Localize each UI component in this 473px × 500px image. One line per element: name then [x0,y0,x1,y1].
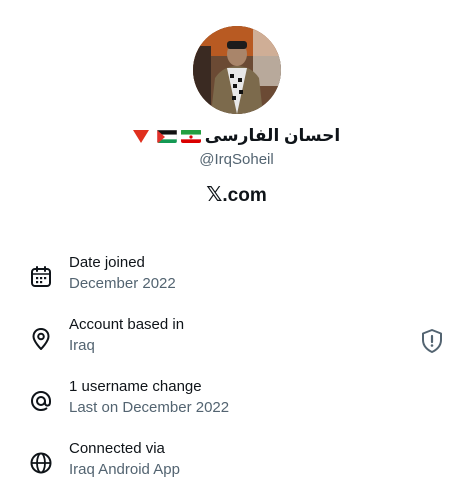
username-handle: @IrqSoheil [199,151,274,168]
account-based-in-row: Account based in Iraq [0,316,473,366]
account-based-in-value: Iraq [69,337,95,354]
shield-alert-icon[interactable] [420,328,444,354]
location-pin-icon [28,326,54,352]
globe-icon [28,450,54,476]
red-triangle-icon [132,129,149,143]
x-logo-icon: 𝕏 [206,182,223,206]
display-name: احسان الفارسی [204,126,341,145]
date-joined-label: Date joined [69,254,145,271]
x-com-brand: 𝕏.com [0,182,473,207]
account-based-in-label: Account based in [69,316,185,333]
username-change-value: Last on December 2022 [69,399,230,416]
iran-flag-icon [180,129,201,143]
date-joined-row: Date joined December 2022 [0,254,473,304]
connected-via-value: Iraq Android App [69,461,180,478]
brand-domain: .com [222,185,267,206]
display-name-row: احسان الفارسی [0,126,473,146]
connected-via-row: Connected via Iraq Android App [0,440,473,490]
calendar-icon [28,264,54,290]
connected-via-label: Connected via [69,440,165,457]
date-joined-value: December 2022 [69,275,176,292]
username-change-label: 1 username change [69,378,202,395]
palestine-flag-icon [156,129,177,143]
username-change-row: 1 username change Last on December 2022 [0,378,473,428]
at-sign-icon [28,388,54,414]
avatar[interactable] [193,26,281,114]
avatar-photo [193,26,281,114]
about-account-page: احسان الفارسی @IrqSoheil 𝕏.com Date join… [0,0,473,500]
